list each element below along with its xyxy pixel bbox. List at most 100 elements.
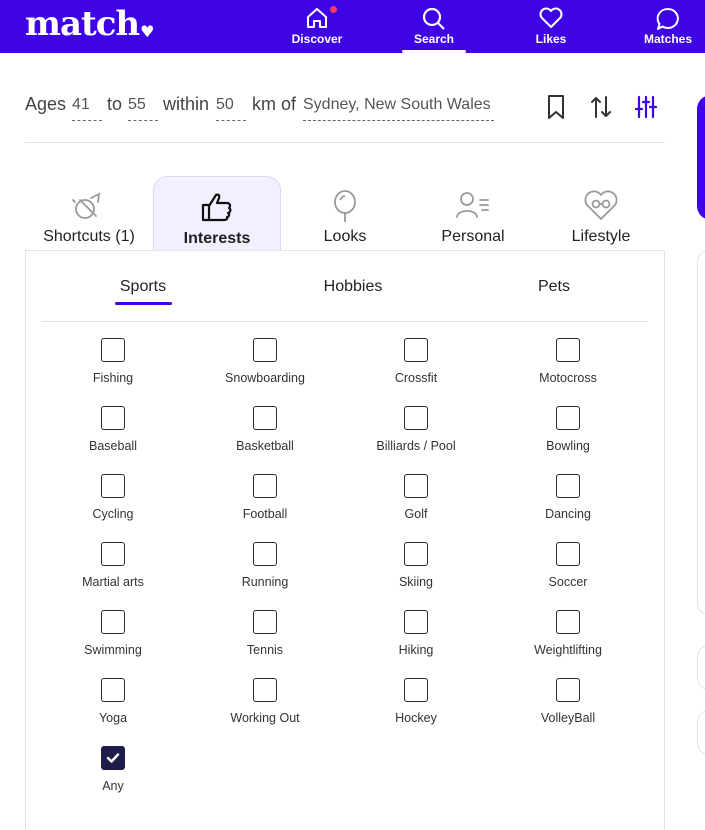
subtab-pets[interactable]: Pets: [523, 278, 585, 296]
checkbox[interactable]: [556, 406, 580, 430]
sport-option-label: Running: [241, 575, 289, 589]
sport-option[interactable]: Soccer: [493, 542, 643, 602]
person-list-icon: [456, 192, 489, 218]
sport-option[interactable]: Crossfit: [341, 338, 491, 398]
checkbox[interactable]: [404, 610, 428, 634]
tab-shortcuts-label: Shortcuts (1): [43, 228, 135, 245]
heart-icon: [539, 7, 563, 28]
sport-option[interactable]: Weightlifting: [493, 610, 643, 670]
sport-option[interactable]: Skiing: [341, 542, 491, 602]
checkbox[interactable]: [404, 406, 428, 430]
search-icon: [422, 7, 445, 30]
nav-likes[interactable]: Likes: [506, 0, 596, 53]
side-card-highlight[interactable]: [697, 95, 705, 220]
checkbox[interactable]: [404, 338, 428, 362]
sport-option[interactable]: Billiards / Pool: [341, 406, 491, 466]
sort-icon[interactable]: [588, 93, 614, 121]
sport-option-label: Any: [102, 779, 124, 793]
sport-option[interactable]: Motocross: [493, 338, 643, 398]
side-card[interactable]: [697, 645, 705, 690]
sport-option-label: Dancing: [545, 507, 591, 521]
sport-option-label: Bowling: [546, 439, 590, 453]
age-max-field[interactable]: 55: [128, 96, 158, 121]
nav-active-indicator: [402, 50, 466, 53]
sport-option[interactable]: Any: [38, 746, 188, 806]
side-card[interactable]: [697, 710, 705, 755]
checkbox[interactable]: [101, 338, 125, 362]
sport-option[interactable]: Tennis: [190, 610, 340, 670]
nav-matches[interactable]: Matches: [623, 0, 705, 53]
checkbox[interactable]: [253, 406, 277, 430]
sport-option[interactable]: VolleyBall: [493, 678, 643, 738]
checkbox[interactable]: [556, 610, 580, 634]
sport-option-label: Tennis: [246, 643, 284, 657]
age-min-field[interactable]: 41: [72, 96, 102, 121]
location-field[interactable]: Sydney, New South Wales: [303, 96, 494, 121]
side-card[interactable]: [697, 250, 705, 615]
sport-option[interactable]: Baseball: [38, 406, 188, 466]
sport-option[interactable]: Football: [190, 474, 340, 534]
checkbox[interactable]: [253, 474, 277, 498]
checkbox[interactable]: [404, 474, 428, 498]
checkbox[interactable]: [101, 542, 125, 566]
match-logo[interactable]: match♥: [25, 4, 155, 44]
nav-search[interactable]: Search: [389, 0, 479, 53]
checkbox[interactable]: [404, 678, 428, 702]
sport-option[interactable]: Bowling: [493, 406, 643, 466]
checkbox[interactable]: [253, 678, 277, 702]
tab-looks[interactable]: Looks: [281, 176, 409, 250]
sport-option-label: Football: [242, 507, 288, 521]
thumbs-up-icon: [201, 193, 232, 222]
subtab-active-indicator: [115, 302, 172, 305]
sport-option[interactable]: Cycling: [38, 474, 188, 534]
checkbox[interactable]: [404, 542, 428, 566]
checkbox[interactable]: [101, 746, 125, 770]
sport-option[interactable]: Snowboarding: [190, 338, 340, 398]
sport-option-label: Golf: [404, 507, 428, 521]
tab-shortcuts[interactable]: Shortcuts (1): [25, 176, 153, 250]
mirror-icon: [334, 190, 356, 222]
filter-sliders-icon[interactable]: [633, 93, 659, 121]
tab-personal-label: Personal: [441, 228, 505, 245]
checkbox[interactable]: [253, 338, 277, 362]
checkbox[interactable]: [101, 610, 125, 634]
tab-lifestyle[interactable]: Lifestyle: [537, 176, 665, 250]
logo-text: match: [25, 4, 140, 44]
checkbox[interactable]: [101, 474, 125, 498]
nav-discover[interactable]: Discover: [272, 0, 362, 53]
sport-option-label: Baseball: [89, 439, 137, 453]
sport-option[interactable]: Fishing: [38, 338, 188, 398]
checkbox[interactable]: [253, 542, 277, 566]
checkbox[interactable]: [556, 542, 580, 566]
nav-matches-label: Matches: [643, 32, 693, 46]
bookmark-icon[interactable]: [543, 93, 569, 121]
sport-option-label: Yoga: [98, 711, 128, 725]
sport-option[interactable]: Dancing: [493, 474, 643, 534]
sport-option[interactable]: Swimming: [38, 610, 188, 670]
sport-option-label: Swimming: [84, 643, 142, 657]
sport-option-label: Fishing: [92, 371, 134, 385]
subtab-sports[interactable]: Sports: [104, 278, 182, 296]
sport-option-label: Hockey: [395, 711, 437, 725]
checkbox[interactable]: [101, 678, 125, 702]
sport-option[interactable]: Running: [190, 542, 340, 602]
sport-option[interactable]: Hockey: [341, 678, 491, 738]
tab-interests[interactable]: Interests: [153, 176, 281, 250]
checkbox[interactable]: [253, 610, 277, 634]
distance-unit-label: km of: [252, 94, 297, 114]
ages-label: Ages: [25, 94, 67, 114]
checkbox[interactable]: [556, 474, 580, 498]
subtab-hobbies[interactable]: Hobbies: [310, 278, 396, 296]
distance-field[interactable]: 50: [216, 96, 246, 121]
checkbox[interactable]: [556, 678, 580, 702]
checkbox[interactable]: [556, 338, 580, 362]
sport-option[interactable]: Working Out: [190, 678, 340, 738]
tab-personal[interactable]: Personal: [409, 176, 537, 250]
sport-option[interactable]: Hiking: [341, 610, 491, 670]
sport-option[interactable]: Martial arts: [38, 542, 188, 602]
sport-option[interactable]: Golf: [341, 474, 491, 534]
sport-option-label: Basketball: [236, 439, 294, 453]
sport-option[interactable]: Yoga: [38, 678, 188, 738]
sport-option[interactable]: Basketball: [190, 406, 340, 466]
checkbox[interactable]: [101, 406, 125, 430]
